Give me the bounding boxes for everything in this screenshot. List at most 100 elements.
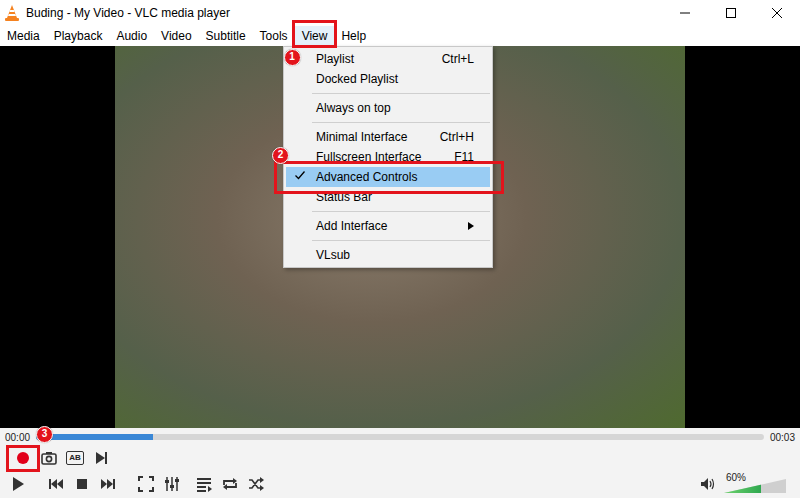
extended-button[interactable]: [160, 473, 184, 495]
menu-shortcut: F11: [454, 148, 474, 166]
vlc-window: Buding - My Video - VLC media player Medi…: [0, 0, 800, 498]
menu-entry-highlight[interactable]: Minimal Interface Ctrl+H: [286, 127, 490, 147]
stop-button[interactable]: [70, 473, 94, 495]
annotation-box: [292, 20, 338, 48]
record-button[interactable]: 3: [11, 447, 35, 469]
menu-entry-highlight[interactable]: Docked Playlist: [286, 69, 490, 89]
menu-label: Media: [7, 29, 40, 43]
seek-bar: 00:00 00:03: [0, 428, 800, 446]
volume-slider[interactable]: 60%: [724, 473, 786, 495]
menu-label: Video: [161, 29, 191, 43]
menu-label: Tools: [260, 29, 288, 43]
menu-entry-highlight[interactable]: VLsub: [286, 245, 490, 265]
menu-entry-highlight[interactable]: Advanced Controls: [286, 167, 490, 187]
menu-entry-highlight[interactable]: Fullscreen Interface F11: [286, 147, 490, 167]
menu-entry[interactable]: Advanced Controls2: [284, 167, 492, 187]
playback-controls: 60%: [0, 470, 800, 498]
frame-step-icon: [92, 449, 110, 467]
elapsed-time: 00:00: [5, 430, 30, 445]
shuffle-button[interactable]: [244, 473, 268, 495]
menu-separator: [312, 211, 490, 212]
window-title: Buding - My Video - VLC media player: [26, 4, 662, 22]
annotation-box: [6, 445, 40, 472]
mute-button[interactable]: [696, 473, 720, 495]
menu-shortcut: Ctrl+H: [440, 128, 474, 146]
menu-entry[interactable]: Add Interface: [284, 216, 492, 236]
play-button[interactable]: [6, 473, 30, 495]
menu-entry[interactable]: Fullscreen Interface F11: [284, 147, 492, 167]
menu-entry-label: Status Bar: [316, 188, 474, 206]
annotation-box: [274, 161, 504, 194]
ab-loop-label: AB: [66, 451, 84, 465]
menu-entry-highlight[interactable]: Add Interface: [286, 216, 490, 236]
menu-entry[interactable]: Docked Playlist: [284, 69, 492, 89]
maximize-button[interactable]: [708, 0, 754, 26]
close-button[interactable]: [754, 0, 800, 26]
total-time: 00:03: [770, 430, 795, 445]
submenu-arrow-icon: [468, 222, 474, 230]
maximize-icon: [726, 8, 736, 18]
submenu-arrow: [468, 222, 474, 230]
menu-entry-label: Docked Playlist: [316, 70, 474, 88]
menu-separator: [312, 240, 490, 241]
seek-fill: [36, 434, 152, 440]
close-icon: [772, 8, 782, 18]
menu-entry-highlight[interactable]: Always on top: [286, 98, 490, 118]
menu-entry-label: VLsub: [316, 246, 474, 264]
check-mark: [294, 168, 306, 186]
view-menu: Playlist Ctrl+L Docked Playlist Always on t…: [283, 46, 493, 268]
previous-button[interactable]: [44, 473, 68, 495]
menu-separator: [312, 93, 490, 94]
menu-entry[interactable]: VLsub: [284, 245, 492, 265]
minimize-icon: [680, 8, 690, 18]
menu-entry-label: Fullscreen Interface: [316, 148, 444, 166]
menu-entry-label: Playlist: [316, 50, 432, 68]
menu-entry[interactable]: Minimal Interface Ctrl+H: [284, 127, 492, 147]
menu-item[interactable]: View1: [295, 26, 335, 46]
menu-bar: Media Playback Audio Video Subtitle Tools View…: [0, 26, 800, 46]
next-icon: [99, 475, 117, 493]
menu-label: Help: [341, 29, 366, 43]
check-icon: [294, 169, 306, 181]
advanced-controls: 3 AB: [0, 446, 800, 470]
extended-icon: [163, 475, 181, 493]
menu-entry[interactable]: Playlist Ctrl+L: [284, 49, 492, 69]
menu-label: Subtitle: [206, 29, 246, 43]
play-icon: [9, 475, 27, 493]
playlist-button[interactable]: [192, 473, 216, 495]
menu-entry[interactable]: Always on top: [284, 98, 492, 118]
menu-entry[interactable]: Status Bar: [284, 187, 492, 207]
speaker-icon: [700, 477, 716, 491]
menu-item[interactable]: Subtitle: [199, 26, 253, 46]
title-bar: Buding - My Video - VLC media player: [0, 0, 800, 26]
menu-separator: [312, 122, 490, 123]
menu-entry-label: Add Interface: [316, 217, 468, 235]
menu-label: Playback: [54, 29, 103, 43]
snapshot-icon: [40, 449, 58, 467]
volume-reading: 60%: [726, 473, 746, 483]
shuffle-icon: [247, 475, 265, 493]
fullscreen-icon: [137, 475, 155, 493]
menu-entry-highlight[interactable]: Playlist Ctrl+L: [286, 49, 490, 69]
menu-entry-label: Always on top: [316, 99, 474, 117]
menu-item[interactable]: Playback: [47, 26, 110, 46]
menu-item[interactable]: Audio: [109, 26, 154, 46]
snapshot-button[interactable]: [37, 447, 61, 469]
loop-button[interactable]: [218, 473, 242, 495]
next-button[interactable]: [96, 473, 120, 495]
menu-item[interactable]: Media: [0, 26, 47, 46]
playlist-icon: [195, 475, 213, 493]
minimize-button[interactable]: [662, 0, 708, 26]
ab-loop-button[interactable]: AB: [63, 447, 87, 469]
fullscreen-button[interactable]: [134, 473, 158, 495]
menu-item[interactable]: Video: [154, 26, 198, 46]
stop-icon: [73, 475, 91, 493]
frame-step-button[interactable]: [89, 447, 113, 469]
menu-entry-highlight[interactable]: Status Bar: [286, 187, 490, 207]
menu-item[interactable]: Tools: [253, 26, 295, 46]
menu-item[interactable]: Help: [334, 26, 373, 46]
menu-entry-label: Minimal Interface: [316, 128, 430, 146]
seek-track[interactable]: [36, 434, 764, 440]
annotation-badge: 2: [272, 147, 289, 164]
menu-shortcut: Ctrl+L: [442, 50, 474, 68]
